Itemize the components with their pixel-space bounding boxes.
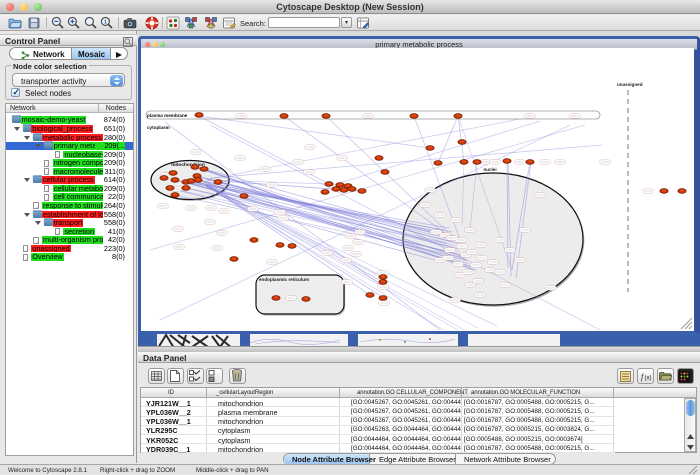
svg-text:1: 1 xyxy=(104,19,107,25)
svg-text:mitochondrion: mitochondrion xyxy=(171,162,205,168)
svg-text:nuclei: nuclei xyxy=(483,167,496,172)
svg-text:unassigned: unassigned xyxy=(617,82,643,87)
svg-text:(x): (x) xyxy=(645,376,652,382)
svg-text:endoplasmic reticulum: endoplasmic reticulum xyxy=(259,277,309,282)
svg-text:cytoplasm: cytoplasm xyxy=(147,125,170,130)
svg-text:plasma membrane: plasma membrane xyxy=(147,113,188,118)
